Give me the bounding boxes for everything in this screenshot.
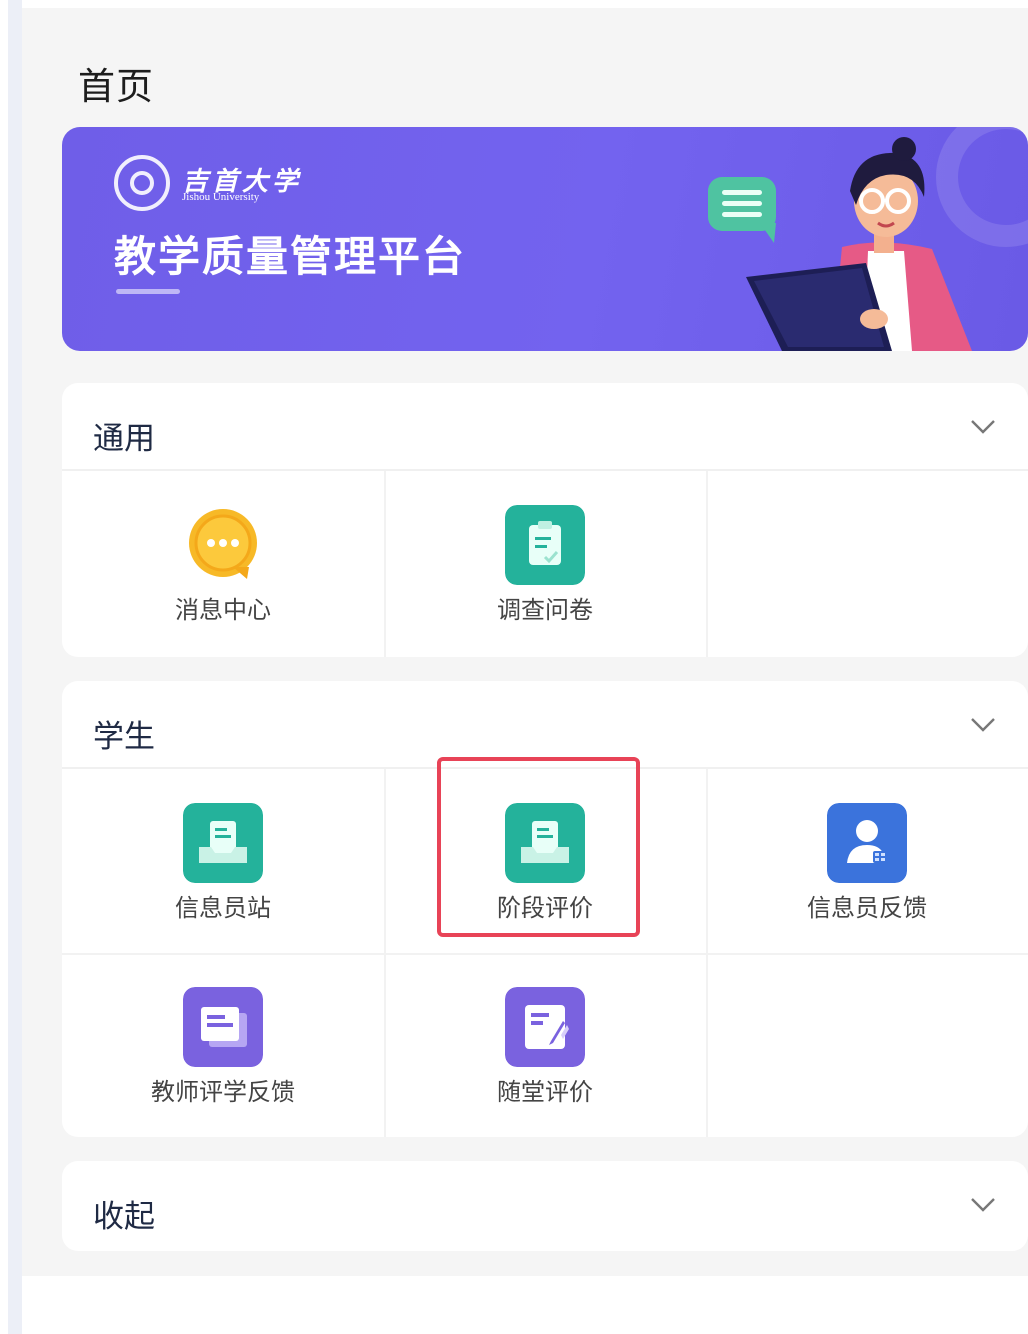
section-header-general[interactable]: 通用 xyxy=(62,383,1028,471)
teacher-illustration xyxy=(708,137,972,351)
chevron-down-icon[interactable] xyxy=(970,413,996,439)
title-underline xyxy=(116,289,180,294)
tile-label: 信息员站 xyxy=(175,894,271,922)
tile-label: 消息中心 xyxy=(175,596,271,624)
tile-label: 教师评学反馈 xyxy=(151,1078,295,1106)
tile-message-center[interactable]: 消息中心 xyxy=(62,473,384,655)
section-collapse[interactable]: 收起 xyxy=(62,1161,1028,1251)
left-edge-bar xyxy=(8,0,22,1334)
tile-informant-station[interactable]: 信息员站 xyxy=(62,771,384,953)
tile-informant-feedback[interactable]: 信息员反馈 xyxy=(706,771,1028,953)
section-title: 学生 xyxy=(93,719,155,755)
section-header-student[interactable]: 学生 xyxy=(62,681,1028,769)
university-name-en: Jishou University xyxy=(182,191,260,203)
tile-label: 信息员反馈 xyxy=(807,894,927,922)
tile-survey[interactable]: 调查问卷 xyxy=(384,473,706,655)
platform-name: 教学质量管理平台 xyxy=(114,232,467,281)
grid-divider xyxy=(706,471,708,657)
highlight-box xyxy=(437,757,640,937)
tile-label: 调查问卷 xyxy=(497,596,593,624)
tile-teacher-feedback[interactable]: 教师评学反馈 xyxy=(62,955,384,1137)
chevron-down-icon[interactable] xyxy=(970,711,996,737)
chat-bubble-icon xyxy=(189,509,257,579)
feedback-doc-icon xyxy=(183,987,263,1067)
tile-label: 随堂评价 xyxy=(497,1078,593,1106)
section-general: 通用 消息中心 调查问卷 xyxy=(62,383,1028,657)
section-title: 收起 xyxy=(93,1199,155,1235)
survey-clipboard-icon xyxy=(505,505,585,585)
tile-in-class-evaluation[interactable]: 随堂评价 xyxy=(384,955,706,1137)
speech-bubble-icon xyxy=(708,177,776,243)
section-title: 通用 xyxy=(93,421,155,457)
document-tray-icon xyxy=(183,803,263,883)
page-title: 首页 xyxy=(78,65,154,108)
hero-banner: 吉首大学 Jishou University 教学质量管理平台 xyxy=(62,127,1028,351)
chevron-down-icon[interactable] xyxy=(970,1191,996,1217)
university-seal-logo xyxy=(114,155,170,211)
edit-doc-icon xyxy=(505,987,585,1067)
user-card-icon xyxy=(827,803,907,883)
